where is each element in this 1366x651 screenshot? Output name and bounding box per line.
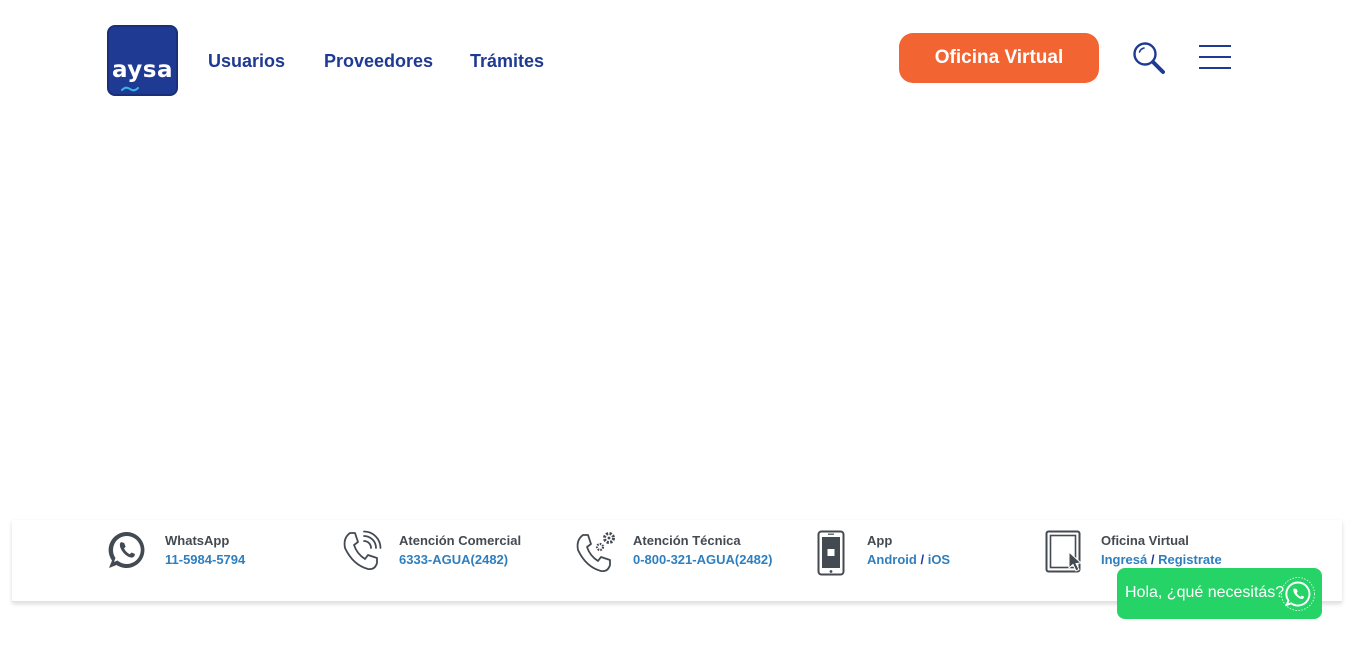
smartphone-icon bbox=[817, 530, 845, 576]
site-header: aysa Usuarios Proveedores Trámites Ofici… bbox=[0, 0, 1366, 120]
whatsapp-title: WhatsApp bbox=[165, 533, 230, 548]
nav-tramites[interactable]: Trámites bbox=[470, 51, 544, 72]
hamburger-menu-icon[interactable] bbox=[1199, 44, 1231, 70]
tecnica-number[interactable]: 0-800-321-AGUA(2482) bbox=[633, 552, 772, 567]
whatsapp-chat-button[interactable]: Hola, ¿qué necesitás? bbox=[1117, 568, 1322, 619]
oficina-title: Oficina Virtual bbox=[1101, 533, 1189, 548]
oficina-link-separator: / bbox=[1150, 552, 1155, 567]
android-link[interactable]: Android bbox=[867, 552, 917, 567]
ingresa-link[interactable]: Ingresá bbox=[1101, 552, 1147, 567]
nav-proveedores[interactable]: Proveedores bbox=[324, 51, 433, 72]
logo-wave-icon bbox=[121, 86, 139, 92]
app-links: Android / iOS bbox=[867, 552, 950, 567]
search-icon[interactable] bbox=[1132, 41, 1166, 75]
whatsapp-icon bbox=[1281, 577, 1315, 611]
registrate-link[interactable]: Registrate bbox=[1158, 552, 1222, 567]
contact-atencion-comercial[interactable]: Atención Comercial 6333-AGUA(2482) bbox=[341, 530, 541, 580]
comercial-title: Atención Comercial bbox=[399, 533, 522, 548]
ios-link[interactable]: iOS bbox=[928, 552, 950, 567]
app-link-separator: / bbox=[920, 552, 925, 567]
tablet-cursor-icon bbox=[1045, 530, 1083, 573]
logo-text: aysa bbox=[111, 57, 174, 83]
whatsapp-icon bbox=[108, 531, 145, 568]
oficina-virtual-button[interactable]: Oficina Virtual bbox=[899, 33, 1099, 83]
whatsapp-chat-label: Hola, ¿qué necesitás? bbox=[1125, 584, 1285, 601]
contact-whatsapp[interactable]: WhatsApp 11-5984-5794 bbox=[107, 530, 307, 580]
contact-app: App Android / iOS bbox=[817, 530, 997, 580]
app-title: App bbox=[867, 533, 893, 548]
phone-gear-icon bbox=[576, 532, 615, 573]
oficina-links: Ingresá / Registrate bbox=[1101, 552, 1222, 567]
aysa-logo[interactable]: aysa bbox=[107, 25, 178, 96]
whatsapp-number[interactable]: 11-5984-5794 bbox=[165, 552, 245, 567]
tecnica-title: Atención Técnica bbox=[633, 533, 741, 548]
phone-icon bbox=[343, 530, 382, 571]
nav-usuarios[interactable]: Usuarios bbox=[208, 51, 285, 72]
contact-atencion-tecnica[interactable]: Atención Técnica 0-800-321-AGUA(2482) bbox=[575, 530, 785, 580]
comercial-number[interactable]: 6333-AGUA(2482) bbox=[399, 552, 508, 567]
